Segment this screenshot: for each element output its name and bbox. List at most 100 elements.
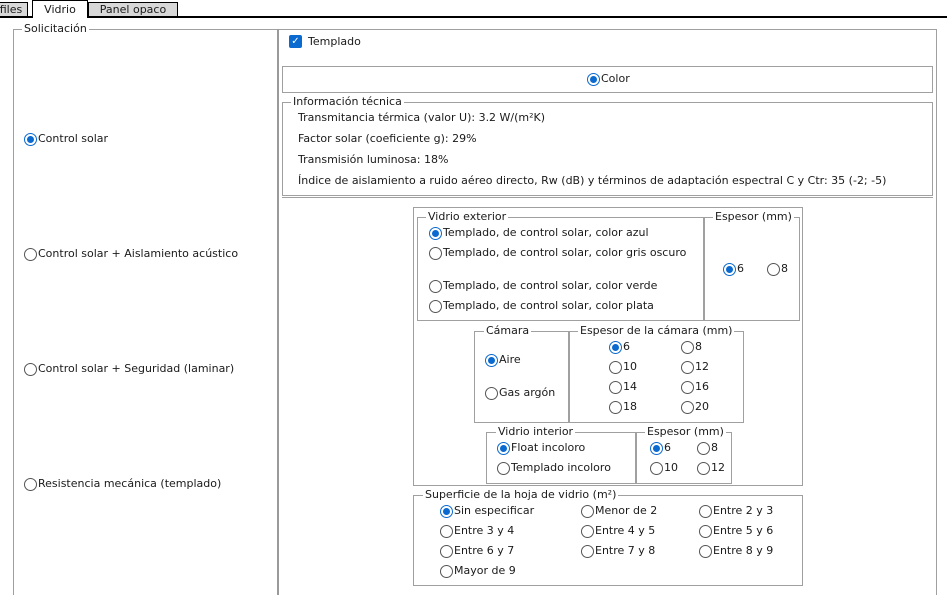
radio-float-incoloro[interactable]: Float incoloro (497, 441, 585, 455)
radio-camara-esp-18[interactable]: 18 (609, 400, 637, 414)
radio-espesor-int-10[interactable]: 10 (650, 461, 678, 475)
radio-espesor-int-8[interactable]: 8 (697, 441, 718, 455)
checkbox-check-icon: ✓ (289, 35, 302, 48)
radio-indicator (497, 461, 510, 475)
radio-espesor-ext-8[interactable]: 8 (767, 262, 788, 276)
radio-vidrio-azul[interactable]: Templado, de control solar, color azul (429, 226, 649, 240)
radio-camara-esp-14[interactable]: 14 (609, 380, 637, 394)
radio-label: 10 (664, 461, 678, 474)
radio-color[interactable]: Color (587, 72, 630, 86)
camara-legend: Cámara (484, 324, 532, 338)
radio-indicator (650, 461, 663, 475)
radio-camara-esp-8[interactable]: 8 (681, 340, 702, 354)
radio-indicator (650, 441, 663, 455)
radio-indicator (440, 524, 453, 538)
radio-label: 18 (623, 400, 637, 413)
radio-resistencia-mecanica[interactable]: Resistencia mecánica (templado) (24, 477, 221, 491)
radio-sup-mayor-9[interactable]: Mayor de 9 (440, 564, 516, 578)
radio-label: Resistencia mecánica (templado) (38, 477, 222, 490)
radio-indicator (609, 400, 622, 414)
templado-checkbox[interactable]: ✓ Templado (289, 35, 361, 48)
radio-indicator (681, 400, 694, 414)
vidrio-interior-legend: Vidrio interior (496, 425, 576, 439)
radio-indicator (485, 353, 498, 367)
radio-indicator (24, 477, 37, 491)
espesor-exterior-legend: Espesor (mm) (713, 210, 794, 224)
radio-sup-3-4[interactable]: Entre 3 y 4 (440, 524, 514, 538)
radio-indicator (699, 544, 712, 558)
tab-underline (0, 16, 947, 18)
info-transmitancia: Transmitancia térmica (valor U): 3.2 W/(… (298, 111, 546, 124)
radio-label: Entre 6 y 7 (454, 544, 515, 557)
radio-camara-esp-20[interactable]: 20 (681, 400, 709, 414)
radio-label: Control solar + Seguridad (laminar) (38, 362, 235, 375)
radio-label: Entre 8 y 9 (713, 544, 774, 557)
radio-label: 16 (695, 380, 709, 393)
radio-label: Aire (499, 353, 521, 366)
radio-label: Menor de 2 (595, 504, 658, 517)
vidrio-interior-group: Vidrio interior (486, 425, 636, 484)
radio-label: Entre 5 y 6 (713, 524, 774, 537)
radio-espesor-int-6[interactable]: 6 (650, 441, 671, 455)
radio-camara-esp-10[interactable]: 10 (609, 360, 637, 374)
radio-sup-menor-2[interactable]: Menor de 2 (581, 504, 657, 518)
radio-vidrio-verde[interactable]: Templado, de control solar, color verde (429, 279, 657, 293)
radio-label: 6 (664, 441, 671, 454)
radio-label: Entre 4 y 5 (595, 524, 656, 537)
radio-indicator (440, 544, 453, 558)
radio-indicator (609, 380, 622, 394)
radio-label: 10 (623, 360, 637, 373)
radio-camara-esp-12[interactable]: 12 (681, 360, 709, 374)
espesor-camara-legend: Espesor de la cámara (mm) (578, 324, 735, 338)
radio-sup-6-7[interactable]: Entre 6 y 7 (440, 544, 514, 558)
radio-control-solar-acustico[interactable]: Control solar + Aislamiento acústico (24, 247, 238, 261)
radio-vidrio-plata[interactable]: Templado, de control solar, color plata (429, 299, 654, 313)
radio-sup-8-9[interactable]: Entre 8 y 9 (699, 544, 773, 558)
radio-label: 12 (711, 461, 725, 474)
tab-strip: files Vidrio Panel opaco (0, 0, 947, 18)
radio-label: Color (601, 72, 630, 85)
radio-espesor-ext-6[interactable]: 6 (723, 262, 744, 276)
info-aislamiento: Índice de aislamiento a ruido aéreo dire… (298, 174, 887, 187)
radio-control-solar-seguridad[interactable]: Control solar + Seguridad (laminar) (24, 362, 234, 376)
tab-files[interactable]: files (0, 2, 28, 17)
radio-indicator (699, 504, 712, 518)
radio-indicator (429, 279, 442, 293)
radio-control-solar[interactable]: Control solar (24, 132, 108, 146)
radio-sup-5-6[interactable]: Entre 5 y 6 (699, 524, 773, 538)
radio-indicator (485, 386, 498, 400)
info-tecnica-legend: Información técnica (291, 95, 404, 109)
radio-label: Templado, de control solar, color gris o… (443, 246, 687, 259)
radio-camara-esp-16[interactable]: 16 (681, 380, 709, 394)
radio-indicator (609, 340, 622, 354)
camara-group: Cámara (474, 324, 569, 423)
radio-sup-sin-especificar[interactable]: Sin especificar (440, 504, 534, 518)
solicitacion-legend: Solicitación (22, 22, 89, 36)
espesor-interior-legend: Espesor (mm) (645, 425, 726, 439)
radio-sup-2-3[interactable]: Entre 2 y 3 (699, 504, 773, 518)
vidrio-exterior-legend: Vidrio exterior (426, 210, 509, 224)
radio-indicator (429, 246, 442, 260)
radio-label: Mayor de 9 (454, 564, 516, 577)
radio-sup-4-5[interactable]: Entre 4 y 5 (581, 524, 655, 538)
radio-camara-argon[interactable]: Gas argón (485, 386, 555, 400)
tab-panel-opaco[interactable]: Panel opaco (88, 2, 178, 17)
radio-label: Entre 7 y 8 (595, 544, 656, 557)
radio-espesor-int-12[interactable]: 12 (697, 461, 725, 475)
radio-indicator (767, 262, 780, 276)
radio-sup-7-8[interactable]: Entre 7 y 8 (581, 544, 655, 558)
radio-indicator (609, 360, 622, 374)
radio-indicator (581, 524, 594, 538)
espesor-camara-group: Espesor de la cámara (mm) (569, 324, 744, 423)
radio-indicator (24, 362, 37, 376)
templado-label: Templado (308, 35, 361, 48)
radio-label: 8 (781, 262, 788, 275)
radio-vidrio-gris-oscuro[interactable]: Templado, de control solar, color gris o… (429, 246, 686, 260)
radio-camara-esp-6[interactable]: 6 (609, 340, 630, 354)
radio-indicator (681, 360, 694, 374)
radio-templado-incoloro[interactable]: Templado incoloro (497, 461, 611, 475)
radio-indicator (697, 441, 710, 455)
tab-vidrio[interactable]: Vidrio (32, 0, 88, 18)
radio-camara-aire[interactable]: Aire (485, 353, 521, 367)
radio-label: Templado, de control solar, color plata (443, 299, 654, 312)
